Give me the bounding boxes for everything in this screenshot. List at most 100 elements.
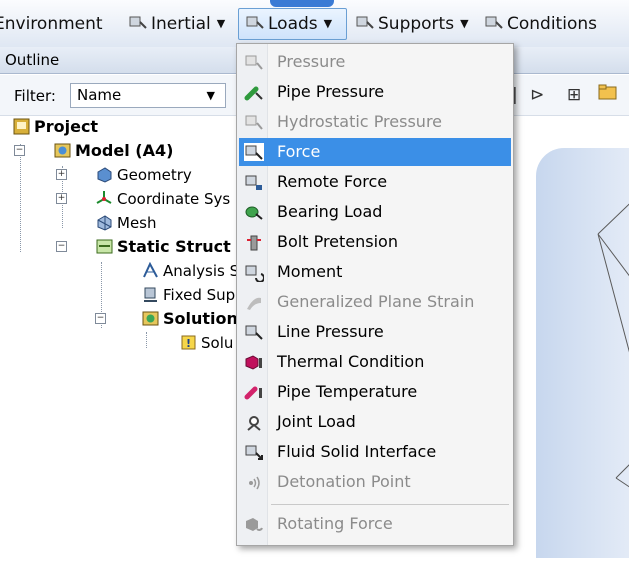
- tree-node-model[interactable]: Model (A4): [54, 140, 173, 162]
- collapse-toggle[interactable]: −: [95, 313, 106, 324]
- analysis-settings-icon: [142, 261, 159, 279]
- tree-node-solution-information[interactable]: ! Solu: [180, 332, 233, 354]
- tree-label: Mesh: [117, 214, 157, 232]
- thermal-condition-icon: [244, 353, 264, 371]
- menu-item-pipe-pressure[interactable]: Pipe Pressure: [239, 78, 511, 106]
- tree-node-static-structural[interactable]: Static Struct: [96, 236, 231, 258]
- pipe-temperature-icon: [244, 383, 264, 401]
- pipe-pressure-icon: [244, 83, 264, 101]
- inertial-menu-button[interactable]: Inertial ▼: [128, 11, 225, 37]
- menu-item-label: Rotating Force: [277, 514, 393, 533]
- hydrostatic-pressure-icon: [244, 113, 264, 131]
- menu-item-label: Moment: [277, 262, 343, 281]
- folder-icon[interactable]: [598, 83, 618, 106]
- menu-item-label: Thermal Condition: [277, 352, 425, 371]
- inertial-icon: [128, 14, 148, 32]
- force-icon: [244, 143, 264, 161]
- project-icon: [13, 118, 30, 135]
- tree-label: Geometry: [117, 166, 192, 184]
- menu-item-line-pressure[interactable]: Line Pressure: [239, 318, 511, 346]
- tree-node-solution[interactable]: Solution: [142, 308, 238, 330]
- tree-label: Model (A4): [75, 141, 174, 160]
- filter-select[interactable]: Name ▼: [70, 83, 226, 108]
- supports-menu-button[interactable]: Supports ▼: [355, 11, 469, 37]
- tree-label: Solution: [163, 309, 238, 328]
- coordinate-systems-icon: [96, 190, 113, 207]
- model-icon: [54, 142, 71, 159]
- filter-value: Name: [77, 86, 122, 104]
- menu-separator: [271, 504, 509, 505]
- menu-item-label: Fluid Solid Interface: [277, 442, 437, 461]
- environment-label: Environment: [0, 14, 103, 34]
- tree-label: Static Struct: [117, 237, 231, 256]
- pressure-icon: [244, 53, 264, 71]
- bearing-load-icon: [244, 203, 264, 221]
- conditions-icon: [484, 14, 504, 32]
- tree-label: Solu: [201, 334, 234, 352]
- menu-item-label: Pressure: [277, 52, 346, 71]
- menu-item-label: Pipe Temperature: [277, 382, 418, 401]
- conditions-label: Conditions: [507, 14, 597, 34]
- outline-title: Outline: [5, 51, 60, 69]
- expand-toggle[interactable]: +: [56, 169, 67, 180]
- expand-toggle[interactable]: +: [56, 193, 67, 204]
- menu-item-moment[interactable]: Moment: [239, 258, 511, 286]
- solution-information-icon: !: [180, 334, 197, 351]
- loads-menu-content[interactable]: Loads ▼: [245, 11, 332, 37]
- loads-dropdown-menu: Pressure Pipe Pressure Hydrostatic Press…: [236, 43, 514, 546]
- tree-node-coordinate-systems[interactable]: Coordinate Sys: [96, 188, 230, 210]
- detonation-point-icon: [244, 473, 264, 491]
- menu-item-rotating-force[interactable]: Rotating Force: [239, 510, 511, 538]
- menu-item-label: Bearing Load: [277, 202, 383, 221]
- menu-item-label: Detonation Point: [277, 472, 411, 491]
- fluid-solid-interface-icon: [244, 443, 264, 461]
- graphics-viewport[interactable]: [536, 148, 629, 558]
- chevron-down-icon: ▼: [460, 17, 469, 30]
- menu-item-pipe-temperature[interactable]: Pipe Temperature: [239, 378, 511, 406]
- tree-label: Project: [34, 117, 99, 136]
- ribbon-toolbar: Environment Inertial ▼ Loads ▼ Supports ▼ C…: [0, 0, 629, 48]
- menu-item-thermal-condition[interactable]: Thermal Condition: [239, 348, 511, 376]
- svg-text:!: !: [186, 337, 191, 350]
- inertial-label: Inertial: [151, 14, 211, 34]
- rotating-force-icon: [244, 515, 264, 533]
- menu-item-pressure[interactable]: Pressure: [239, 48, 511, 76]
- geometry-icon: [96, 166, 113, 183]
- menu-item-hydrostatic-pressure[interactable]: Hydrostatic Pressure: [239, 108, 511, 136]
- expand-all-icon[interactable]: ⊞: [567, 85, 581, 105]
- menu-item-label: Pipe Pressure: [277, 82, 385, 101]
- menu-item-fluid-solid-interface[interactable]: Fluid Solid Interface: [239, 438, 511, 466]
- menu-item-bolt-pretension[interactable]: Bolt Pretension: [239, 228, 511, 256]
- menu-item-remote-force[interactable]: Remote Force: [239, 168, 511, 196]
- wireframe-model: [597, 203, 629, 488]
- menu-item-detonation-point[interactable]: Detonation Point: [239, 468, 511, 496]
- collapse-toggle[interactable]: −: [56, 241, 67, 252]
- conditions-menu-button[interactable]: Conditions: [484, 11, 597, 37]
- static-structural-icon: [96, 238, 113, 255]
- tree-label: Fixed Sup: [163, 286, 236, 304]
- tree-node-fixed-support[interactable]: Fixed Sup: [142, 284, 235, 306]
- tree-line: [146, 332, 147, 348]
- tree-node-project[interactable]: Project: [13, 116, 98, 138]
- tree-node-geometry[interactable]: Geometry: [96, 164, 192, 186]
- collapse-toggle[interactable]: −: [14, 145, 25, 156]
- menu-item-label: Hydrostatic Pressure: [277, 112, 443, 131]
- tree-line: [20, 144, 21, 252]
- active-tab-indicator: [270, 0, 334, 7]
- chevron-down-icon: ▼: [216, 17, 226, 30]
- tree-node-mesh[interactable]: Mesh: [96, 212, 157, 234]
- solution-icon: [142, 310, 159, 327]
- menu-item-force[interactable]: Force: [239, 138, 511, 166]
- menu-item-label: Force: [277, 142, 321, 161]
- tree-label: Analysis S: [163, 262, 240, 280]
- joint-load-icon: [244, 413, 264, 431]
- loads-icon: [245, 14, 265, 32]
- tree-node-analysis-settings[interactable]: Analysis S: [142, 260, 239, 282]
- menu-item-label: Line Pressure: [277, 322, 384, 341]
- tree-label: Coordinate Sys: [117, 190, 231, 208]
- expand-branch-icon[interactable]: ⊳: [530, 85, 544, 105]
- menu-item-joint-load[interactable]: Joint Load: [239, 408, 511, 436]
- menu-item-bearing-load[interactable]: Bearing Load: [239, 198, 511, 226]
- menu-item-generalized-plane-strain[interactable]: Generalized Plane Strain: [239, 288, 511, 316]
- environment-menu[interactable]: Environment: [0, 11, 103, 37]
